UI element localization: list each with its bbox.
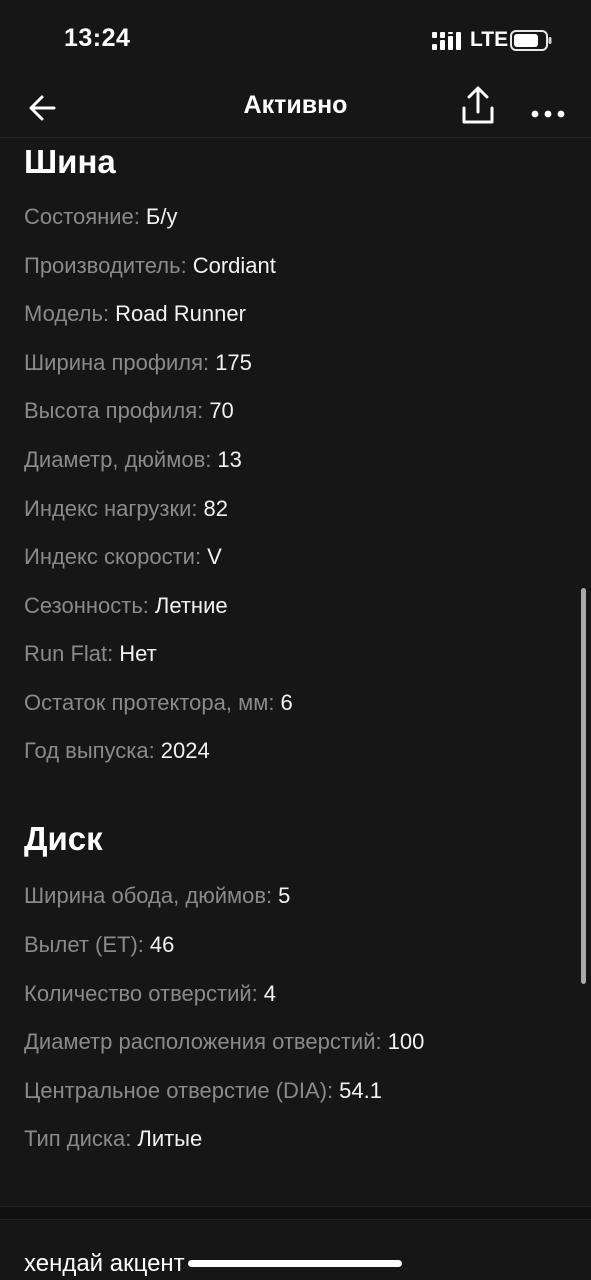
more-horizontal-icon[interactable] <box>526 88 570 128</box>
spec-value: Б/у <box>145 204 178 229</box>
spec-row-profile-width: Ширина профиля: 175 <box>24 348 252 378</box>
spec-label: Ширина профиля: <box>24 350 210 375</box>
network-label: LTE <box>470 28 509 51</box>
spec-row-bolt-count: Количество отверстий: 4 <box>24 979 276 1009</box>
spec-row-condition: Состояние: Б/у <box>24 202 177 232</box>
spec-row-profile-height: Высота профиля: 70 <box>24 396 234 426</box>
next-card-title[interactable]: хендай акцент <box>24 1250 185 1278</box>
spec-label: Ширина обода, дюймов: <box>24 883 273 908</box>
home-indicator[interactable] <box>188 1260 402 1267</box>
battery-icon <box>510 30 552 51</box>
spec-value: 70 <box>209 398 234 423</box>
spec-row-load-index: Индекс нагрузки: 82 <box>24 494 228 524</box>
spec-row-center-bore: Центральное отверстие (DIA): 54.1 <box>24 1076 382 1106</box>
spec-label: Run Flat: <box>24 641 114 666</box>
spec-row-rim-width: Ширина обода, дюймов: 5 <box>24 881 290 911</box>
spec-label: Сезонность: <box>24 593 149 618</box>
spec-value: 100 <box>387 1029 425 1054</box>
status-time: 13:24 <box>64 24 131 52</box>
tire-section-title: Шина <box>24 143 116 180</box>
spec-label: Производитель: <box>24 253 187 278</box>
disk-section-title: Диск <box>24 820 103 857</box>
spec-row-disk-type: Тип диска: Литые <box>24 1124 202 1154</box>
spec-label: Количество отверстий: <box>24 981 258 1006</box>
spec-value: Литые <box>137 1126 203 1151</box>
spec-row-speed-index: Индекс скорости: V <box>24 542 222 572</box>
spec-label: Диаметр, дюймов: <box>24 447 212 472</box>
section-divider <box>0 1206 591 1220</box>
status-bar: 13:24 LTE <box>0 0 591 78</box>
spec-value: 2024 <box>160 738 210 763</box>
spec-label: Остаток протектора, мм: <box>24 690 275 715</box>
spec-value: 5 <box>278 883 291 908</box>
spec-value: Нет <box>119 641 157 666</box>
spec-value: Road Runner <box>115 301 246 326</box>
spec-row-manufacturer: Производитель: Cordiant <box>24 251 276 281</box>
spec-row-tread-depth: Остаток протектора, мм: 6 <box>24 688 293 718</box>
spec-row-year: Год выпуска: 2024 <box>24 736 210 766</box>
spec-value: 6 <box>280 690 293 715</box>
spec-value: 54.1 <box>339 1078 382 1103</box>
spec-row-season: Сезонность: Летние <box>24 591 228 621</box>
share-icon[interactable] <box>458 84 498 128</box>
spec-value: 82 <box>203 496 229 521</box>
spec-value: Cordiant <box>192 253 276 278</box>
screen: 13:24 LTE Активно Шина Состояние: Б/у Пр… <box>0 0 591 1280</box>
spec-value: 46 <box>149 932 175 957</box>
spec-value: 13 <box>217 447 242 472</box>
spec-label: Высота профиля: <box>24 398 204 423</box>
spec-value: Летние <box>154 593 228 618</box>
spec-value: 175 <box>215 350 252 375</box>
spec-label: Индекс скорости: <box>24 544 202 569</box>
spec-value: 4 <box>263 981 277 1006</box>
spec-row-pcd: Диаметр расположения отверстий: 100 <box>24 1027 424 1057</box>
spec-label: Состояние: <box>24 204 140 229</box>
spec-label: Индекс нагрузки: <box>24 496 198 521</box>
spec-value: V <box>207 544 222 569</box>
spec-label: Вылет (ET): <box>24 932 144 957</box>
spec-row-diameter: Диаметр, дюймов: 13 <box>24 445 242 475</box>
spec-row-model: Модель: Road Runner <box>24 299 246 329</box>
page-title: Активно <box>243 91 348 119</box>
spec-row-offset: Вылет (ET): 46 <box>24 930 174 960</box>
nav-bar: Активно <box>0 78 591 138</box>
spec-row-run-flat: Run Flat: Нет <box>24 639 157 669</box>
signal-bars-icon <box>432 32 461 50</box>
spec-label: Диаметр расположения отверстий: <box>24 1029 382 1054</box>
spec-label: Модель: <box>24 301 110 326</box>
spec-label: Тип диска: <box>24 1126 132 1151</box>
scrollbar[interactable] <box>581 588 586 984</box>
spec-label: Центральное отверстие (DIA): <box>24 1078 334 1103</box>
spec-label: Год выпуска: <box>24 738 155 763</box>
